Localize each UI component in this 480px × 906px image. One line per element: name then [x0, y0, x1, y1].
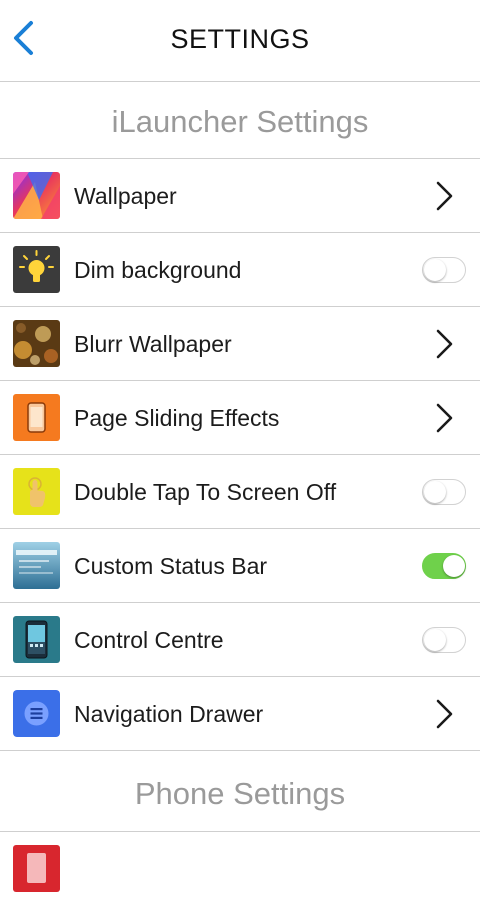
chevron-right-icon — [436, 181, 453, 211]
settings-row-label: Blurr Wallpaper — [74, 331, 232, 357]
toggle-knob — [423, 628, 446, 651]
toggle-knob — [442, 554, 465, 577]
settings-row-wallpaper[interactable]: Wallpaper — [0, 159, 480, 233]
toggle-knob — [423, 258, 446, 281]
settings-row-control-centre[interactable]: Control Centre — [0, 603, 480, 677]
chevron-right-icon — [436, 329, 453, 359]
dim-background-toggle[interactable] — [422, 257, 466, 283]
settings-row-page-sliding-effects[interactable]: Page Sliding Effects — [0, 381, 480, 455]
settings-row-navigation-drawer[interactable]: Navigation Drawer — [0, 677, 480, 751]
lightbulb-icon — [13, 246, 60, 293]
tap-hand-icon — [13, 468, 60, 515]
section-header-phone: Phone Settings — [0, 751, 480, 832]
settings-row-label: Wallpaper — [74, 183, 177, 209]
blur-wallpaper-icon — [13, 320, 60, 367]
section-header-ilauncher: iLauncher Settings — [0, 82, 480, 159]
chevron-right-icon — [436, 403, 453, 433]
app-icon — [13, 845, 60, 892]
settings-row-label: Double Tap To Screen Off — [74, 479, 337, 505]
settings-row-blurr-wallpaper[interactable]: Blurr Wallpaper — [0, 307, 480, 381]
settings-row-label: Dim background — [74, 257, 242, 283]
menu-icon — [13, 690, 60, 737]
toggle-knob — [423, 480, 446, 503]
phone-icon — [13, 394, 60, 441]
wallpaper-icon — [13, 172, 60, 219]
page-title: SETTINGS — [170, 24, 310, 54]
chevron-right-icon — [436, 699, 453, 729]
control-centre-icon — [13, 616, 60, 663]
settings-row-label: Control Centre — [74, 627, 224, 653]
settings-row-custom-status-bar[interactable]: Custom Status Bar — [0, 529, 480, 603]
settings-row-double-tap[interactable]: Double Tap To Screen Off — [0, 455, 480, 529]
status-bar-icon — [13, 542, 60, 589]
settings-row-dim-background[interactable]: Dim background — [0, 233, 480, 307]
settings-row-label: Page Sliding Effects — [74, 405, 280, 431]
settings-row-partial[interactable] — [0, 832, 480, 906]
control-centre-toggle[interactable] — [422, 627, 466, 653]
settings-row-label: Navigation Drawer — [74, 701, 264, 727]
top-bar: SETTINGS — [0, 0, 480, 82]
settings-row-label: Custom Status Bar — [74, 553, 268, 579]
custom-status-bar-toggle[interactable] — [422, 553, 466, 579]
double-tap-toggle[interactable] — [422, 479, 466, 505]
